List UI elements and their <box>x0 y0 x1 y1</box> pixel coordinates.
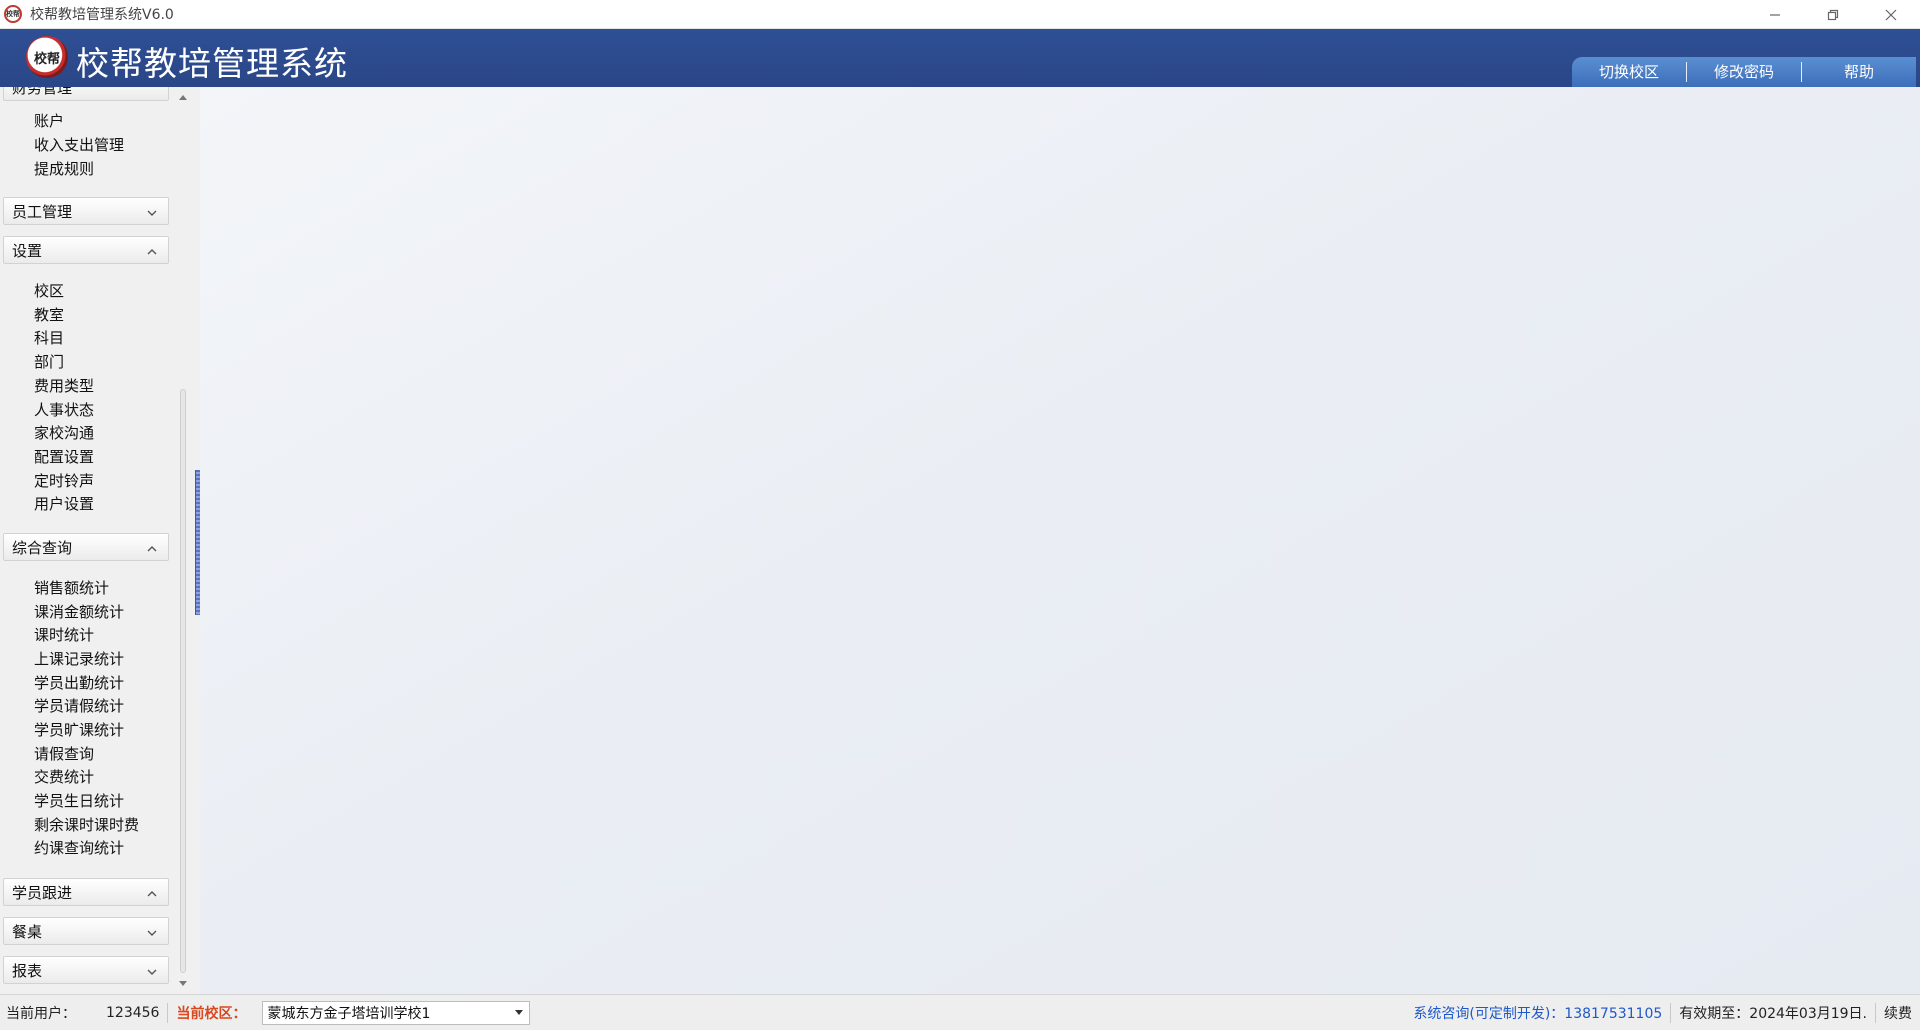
sidebar-group-label: 设置 <box>12 241 43 260</box>
sidebar-item-hours-stats[interactable]: 课时统计 <box>34 625 94 645</box>
status-bar: 当前用户： 123456 当前校区： 蒙城东方金子塔培训学校1 系统咨询(可定制… <box>0 994 1920 1030</box>
sidebar-group-label: 餐桌 <box>12 922 43 941</box>
sidebar-group-meal[interactable]: 餐桌 <box>3 917 169 945</box>
scrollbar-thumb[interactable] <box>180 389 186 973</box>
sidebar-item-sales-stats[interactable]: 销售额统计 <box>34 578 109 598</box>
status-right: 系统咨询(可定制开发)：13817531105 有效期至：2024年03月19日… <box>1413 1002 1920 1023</box>
restore-button[interactable] <box>1804 0 1862 29</box>
chevron-down-icon <box>146 964 158 976</box>
sidebar-group-report[interactable]: 报表 <box>3 956 169 984</box>
sidebar-group-label: 财务管理 <box>12 87 73 97</box>
sidebar-item-attendance-stats[interactable]: 学员出勤统计 <box>34 673 124 693</box>
sidebar-item-campus[interactable]: 校区 <box>34 281 64 301</box>
sidebar-item-payment-stats[interactable]: 交费统计 <box>34 767 94 787</box>
app-logo-icon: 校帮 <box>4 5 22 23</box>
sidebar-item-classroom[interactable]: 教室 <box>34 305 64 325</box>
close-icon <box>1885 9 1897 20</box>
sidebar-group-followup[interactable]: 学员跟进 <box>3 878 169 906</box>
sidebar-item-birthday-stats[interactable]: 学员生日统计 <box>34 791 124 811</box>
brand-logo-icon: 校帮 <box>26 36 68 78</box>
status-divider <box>1670 1002 1672 1023</box>
chevron-up-icon <box>146 244 158 256</box>
sidebar-group-label: 学员跟进 <box>12 883 73 902</box>
switch-campus-button[interactable]: 切换校区 <box>1572 57 1686 87</box>
sidebar-item-subject[interactable]: 科目 <box>34 328 64 348</box>
dropdown-arrow-icon <box>515 1010 524 1015</box>
sidebar-group-finance[interactable]: 财务管理 <box>3 87 169 101</box>
chevron-down-icon <box>146 925 158 937</box>
scroll-up-arrow-icon[interactable] <box>176 90 190 104</box>
sidebar-scrollbar[interactable] <box>176 87 190 994</box>
restore-icon <box>1827 9 1839 20</box>
sidebar-item-consumption-stats[interactable]: 课消金额统计 <box>34 602 124 622</box>
sidebar-item-income-expense[interactable]: 收入支出管理 <box>34 135 124 155</box>
sidebar-item-class-records[interactable]: 上课记录统计 <box>34 649 124 669</box>
sidebar-item-department[interactable]: 部门 <box>34 352 64 372</box>
header-menu: 切换校区 修改密码 帮助 <box>1572 57 1916 87</box>
sidebar-item-commission-rules[interactable]: 提成规则 <box>34 159 94 179</box>
sidebar-item-user-settings[interactable]: 用户设置 <box>34 494 94 514</box>
sidebar-group-query[interactable]: 综合查询 <box>3 533 169 561</box>
sidebar-item-timed-bell[interactable]: 定时铃声 <box>34 471 94 491</box>
sidebar-item-absence-stats[interactable]: 学员旷课统计 <box>34 720 124 740</box>
current-user-label: 当前用户： <box>6 1005 76 1022</box>
sidebar-item-home-school[interactable]: 家校沟通 <box>34 423 94 443</box>
sidebar-group-label: 报表 <box>12 961 43 980</box>
scroll-down-arrow-icon[interactable] <box>176 977 190 991</box>
sidebar-item-booking-stats[interactable]: 约课查询统计 <box>34 838 124 858</box>
sidebar-item-leave-query[interactable]: 请假查询 <box>34 744 94 764</box>
window-controls <box>1746 0 1920 29</box>
change-password-button[interactable]: 修改密码 <box>1687 57 1801 87</box>
renew-button[interactable]: 续费 <box>1884 1003 1912 1023</box>
chevron-up-icon <box>146 541 158 553</box>
main-workspace <box>200 87 1920 994</box>
close-button[interactable] <box>1862 0 1920 29</box>
sidebar-item-account[interactable]: 账户 <box>34 111 64 131</box>
status-divider <box>167 1002 169 1023</box>
chevron-down-icon <box>146 205 158 217</box>
help-button[interactable]: 帮助 <box>1802 57 1916 87</box>
chevron-up-icon <box>146 886 158 898</box>
sidebar-item-leave-stats[interactable]: 学员请假统计 <box>34 696 124 716</box>
campus-select-value: 蒙城东方金子塔培训学校1 <box>267 1005 431 1022</box>
sidebar-group-settings[interactable]: 设置 <box>3 236 169 264</box>
sidebar-item-fee-type[interactable]: 费用类型 <box>34 376 94 396</box>
sidebar: 财务管理 账户 收入支出管理 提成规则 员工管理 设置 校区 教室 科目 部门 … <box>0 87 194 994</box>
sidebar-group-label: 员工管理 <box>12 202 73 221</box>
sidebar-item-hr-status[interactable]: 人事状态 <box>34 400 94 420</box>
minimize-icon <box>1770 13 1780 16</box>
campus-select[interactable]: 蒙城东方金子塔培训学校1 <box>262 1000 531 1025</box>
app-title: 校帮教培管理系统 <box>76 44 348 83</box>
sidebar-group-label: 综合查询 <box>12 538 73 557</box>
status-divider <box>1875 1002 1876 1023</box>
contact-info-link[interactable]: 系统咨询(可定制开发)：13817531105 <box>1413 1003 1662 1023</box>
app-header: 校帮 校帮教培管理系统 切换校区 修改密码 帮助 <box>0 29 1920 87</box>
minimize-button[interactable] <box>1746 0 1804 29</box>
sidebar-item-remaining-hours[interactable]: 剩余课时课时费 <box>34 815 139 835</box>
expire-date: 有效期至：2024年03月19日. <box>1679 1005 1867 1022</box>
current-user-value: 123456 <box>106 1004 160 1021</box>
window-titlebar: 校帮 校帮教培管理系统V6.0 <box>0 0 1920 29</box>
sidebar-group-staff[interactable]: 员工管理 <box>3 197 169 225</box>
current-campus-label: 当前校区： <box>176 1005 247 1022</box>
sidebar-item-config[interactable]: 配置设置 <box>34 447 94 467</box>
window-title: 校帮教培管理系统V6.0 <box>30 7 174 23</box>
